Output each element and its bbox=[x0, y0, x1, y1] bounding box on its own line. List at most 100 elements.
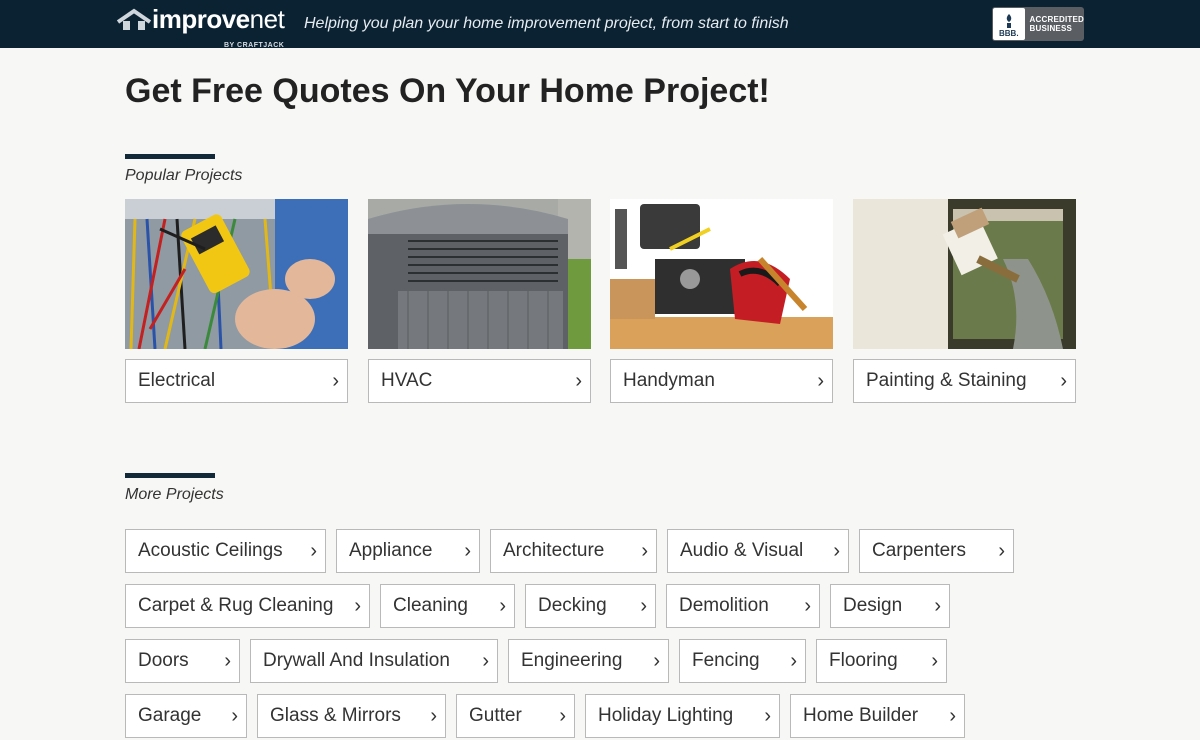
project-chip-label: Architecture bbox=[503, 540, 605, 561]
bbb-seal-text: BBB. bbox=[998, 29, 1019, 38]
chevron-right-icon: › bbox=[332, 370, 339, 392]
painting-photo[interactable] bbox=[853, 199, 1076, 349]
chevron-right-icon: › bbox=[224, 650, 231, 672]
chevron-right-icon: › bbox=[575, 370, 582, 392]
project-chip-demolition[interactable]: Demolition › bbox=[666, 584, 820, 628]
project-chip-appliance[interactable]: Appliance › bbox=[336, 529, 480, 573]
project-chip-label: Garage bbox=[138, 705, 202, 726]
logo-wordmark-main: improve bbox=[152, 4, 250, 34]
project-chip-audio-visual[interactable]: Audio & Visual › bbox=[667, 529, 849, 573]
project-chip-label: Design bbox=[843, 595, 903, 616]
top-header-bar: improvenet BY CRAFTJACK Helping you plan… bbox=[0, 0, 1200, 49]
project-chip-architecture[interactable]: Architecture › bbox=[490, 529, 657, 573]
project-chip-label: Holiday Lighting bbox=[598, 705, 734, 726]
chevron-right-icon: › bbox=[310, 540, 317, 562]
project-chip-label: Glass & Mirrors bbox=[270, 705, 401, 726]
project-chip-label: Gutter bbox=[469, 705, 522, 726]
more-section-rule bbox=[125, 473, 215, 478]
project-chip-fencing[interactable]: Fencing › bbox=[679, 639, 806, 683]
popular-button-painting-staining[interactable]: Painting & Staining › bbox=[853, 359, 1076, 403]
project-chip-label: Drywall And Insulation bbox=[263, 650, 450, 671]
project-chip-holiday-lighting[interactable]: Holiday Lighting › bbox=[585, 694, 780, 738]
project-chip-engineering[interactable]: Engineering › bbox=[508, 639, 669, 683]
chevron-right-icon: › bbox=[482, 650, 489, 672]
more-projects-row-2: Carpet & Rug Cleaning › Cleaning › Decking… bbox=[125, 584, 950, 628]
header-tagline: Helping you plan your home improvement p… bbox=[304, 15, 789, 32]
project-chip-label: Flooring bbox=[829, 650, 898, 671]
bbb-seal-icon: BBB. bbox=[993, 8, 1025, 40]
chevron-right-icon: › bbox=[790, 650, 797, 672]
chevron-right-icon: › bbox=[640, 595, 647, 617]
project-chip-label: Cleaning bbox=[393, 595, 468, 616]
chevron-right-icon: › bbox=[934, 595, 941, 617]
project-chip-flooring[interactable]: Flooring › bbox=[816, 639, 947, 683]
logo-wordmark-suffix: net bbox=[249, 4, 285, 34]
project-chip-garage[interactable]: Garage › bbox=[125, 694, 247, 738]
bbb-label: ACCREDITED BUSINESS bbox=[1030, 15, 1084, 33]
bbb-label-line1: ACCREDITED bbox=[1029, 15, 1084, 24]
popular-button-label: Handyman bbox=[623, 370, 715, 391]
handyman-photo[interactable] bbox=[610, 199, 833, 349]
bbb-label-line2: BUSINESS bbox=[1029, 24, 1073, 33]
popular-button-electrical[interactable]: Electrical › bbox=[125, 359, 348, 403]
popular-card-handyman: Handyman › bbox=[610, 199, 833, 403]
project-chip-label: Doors bbox=[138, 650, 189, 671]
project-chip-carpenters[interactable]: Carpenters › bbox=[859, 529, 1014, 573]
project-chip-label: Audio & Visual bbox=[680, 540, 804, 561]
chevron-right-icon: › bbox=[764, 705, 771, 727]
popular-button-handyman[interactable]: Handyman › bbox=[610, 359, 833, 403]
chevron-right-icon: › bbox=[1060, 370, 1067, 392]
project-chip-label: Carpenters bbox=[872, 540, 966, 561]
popular-card-hvac: HVAC › bbox=[368, 199, 591, 403]
project-chip-label: Engineering bbox=[521, 650, 623, 671]
project-chip-label: Home Builder bbox=[803, 705, 919, 726]
chevron-right-icon: › bbox=[833, 540, 840, 562]
bbb-accredited-badge[interactable]: BBB. ACCREDITED BUSINESS bbox=[992, 7, 1084, 41]
project-chip-home-builder[interactable]: Home Builder › bbox=[790, 694, 965, 738]
chevron-right-icon: › bbox=[653, 650, 660, 672]
popular-button-hvac[interactable]: HVAC › bbox=[368, 359, 591, 403]
electrical-photo[interactable] bbox=[125, 199, 348, 349]
project-chip-design[interactable]: Design › bbox=[830, 584, 950, 628]
popular-button-label: Painting & Staining bbox=[866, 370, 1027, 391]
chevron-right-icon: › bbox=[464, 540, 471, 562]
popular-section-rule bbox=[125, 154, 215, 159]
project-chip-label: Decking bbox=[538, 595, 607, 616]
project-chip-carpet-rug-cleaning[interactable]: Carpet & Rug Cleaning › bbox=[125, 584, 370, 628]
project-chip-label: Appliance bbox=[349, 540, 433, 561]
house-roof-icon bbox=[116, 8, 152, 30]
more-projects-row-4: Garage › Glass & Mirrors › Gutter › Holiday… bbox=[125, 694, 965, 738]
chevron-right-icon: › bbox=[949, 705, 956, 727]
project-chip-drywall-insulation[interactable]: Drywall And Insulation › bbox=[250, 639, 498, 683]
chevron-right-icon: › bbox=[641, 540, 648, 562]
chevron-right-icon: › bbox=[817, 370, 824, 392]
project-chip-decking[interactable]: Decking › bbox=[525, 584, 656, 628]
page-title: Get Free Quotes On Your Home Project! bbox=[125, 72, 770, 110]
more-projects-row-1: Acoustic Ceilings › Appliance › Architectu… bbox=[125, 529, 1014, 573]
project-chip-label: Fencing bbox=[692, 650, 760, 671]
popular-button-label: HVAC bbox=[381, 370, 433, 391]
chevron-right-icon: › bbox=[804, 595, 811, 617]
chevron-right-icon: › bbox=[559, 705, 566, 727]
popular-button-label: Electrical bbox=[138, 370, 216, 391]
chevron-right-icon: › bbox=[231, 705, 238, 727]
chevron-right-icon: › bbox=[931, 650, 938, 672]
improvenet-logo[interactable]: improvenet BY CRAFTJACK bbox=[116, 4, 285, 49]
more-section-label: More Projects bbox=[125, 486, 224, 503]
logo-byline: BY CRAFTJACK bbox=[223, 42, 285, 49]
hvac-photo[interactable] bbox=[368, 199, 591, 349]
popular-section-label: Popular Projects bbox=[125, 167, 243, 184]
chevron-right-icon: › bbox=[499, 595, 506, 617]
project-chip-label: Demolition bbox=[679, 595, 769, 616]
project-chip-label: Acoustic Ceilings bbox=[138, 540, 283, 561]
chevron-right-icon: › bbox=[998, 540, 1005, 562]
project-chip-doors[interactable]: Doors › bbox=[125, 639, 240, 683]
bbb-torch-icon bbox=[1006, 14, 1012, 28]
popular-card-electrical: Electrical › bbox=[125, 199, 348, 403]
project-chip-glass-mirrors[interactable]: Glass & Mirrors › bbox=[257, 694, 446, 738]
logo-wordmark: improvenet BY CRAFTJACK bbox=[152, 4, 285, 49]
project-chip-cleaning[interactable]: Cleaning › bbox=[380, 584, 515, 628]
project-chip-acoustic-ceilings[interactable]: Acoustic Ceilings › bbox=[125, 529, 326, 573]
project-chip-gutter[interactable]: Gutter › bbox=[456, 694, 575, 738]
more-projects-row-3: Doors › Drywall And Insulation › Engineeri… bbox=[125, 639, 947, 683]
